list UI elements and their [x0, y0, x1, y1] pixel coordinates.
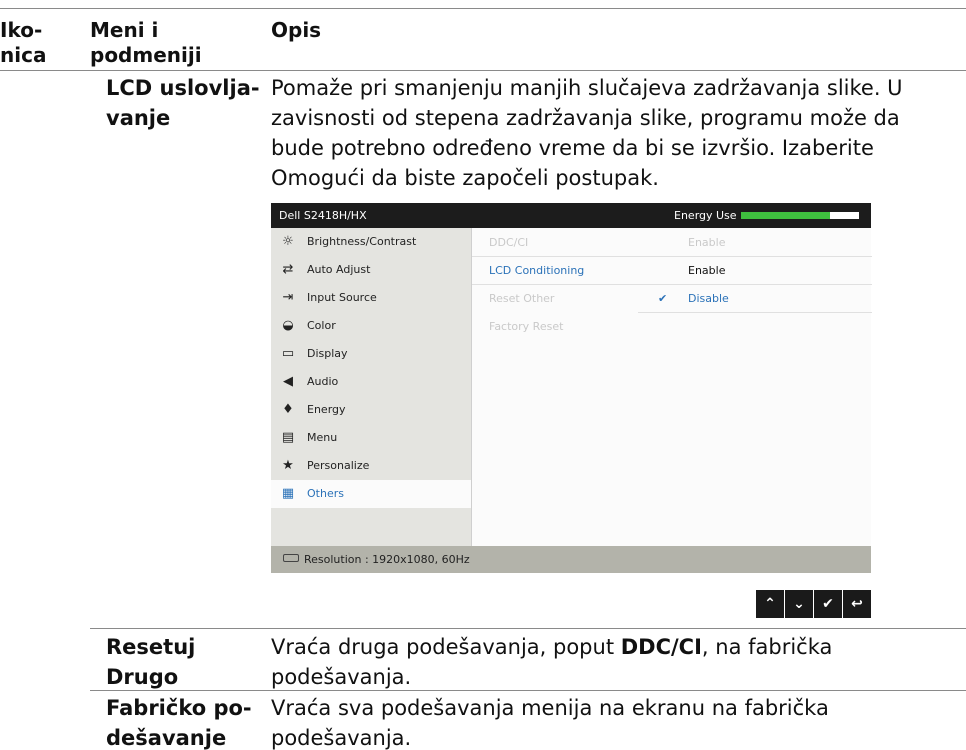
- osd-submenu-item-value[interactable]: Disable: [688, 291, 729, 307]
- reset-other-description: Vraća druga podešavanja, poput DDC/CI, n…: [271, 632, 832, 692]
- osd-menu: Dell S2418H/HX Energy Use ☼ Brightness/Co…: [271, 203, 872, 573]
- osd-submenu: DDC/CI Enable LCD Conditioning Enable Reset …: [471, 228, 872, 546]
- osd-submenu-item-value[interactable]: Enable: [688, 235, 725, 251]
- lcd-desc-line1: Pomaže pri smanjenju manjih slučajeva za…: [271, 76, 903, 100]
- osd-menu-item-label: Audio: [307, 375, 339, 388]
- osd-menu-item[interactable]: ★ Personalize: [271, 452, 471, 480]
- osd-submenu-item-label[interactable]: LCD Conditioning: [489, 263, 584, 279]
- osd-menu-item-label: Color: [307, 319, 336, 332]
- osd-menu-item[interactable]: ▤ Menu: [271, 424, 471, 452]
- osd-row-divider: [472, 284, 872, 285]
- lcd-desc-line4: Omogući da biste započeli postupak.: [271, 166, 659, 190]
- osd-status-bar: Resolution : 1920x1080, 60Hz: [271, 546, 871, 573]
- header-top-rule: [0, 8, 966, 9]
- factory-reset-description: Vraća sva podešavanja menija na ekranu n…: [271, 693, 829, 750]
- up-arrow-icon[interactable]: ⌃: [756, 590, 784, 618]
- brightness-icon: ☼: [282, 234, 294, 249]
- down-arrow-icon[interactable]: ⌄: [785, 590, 813, 618]
- menu-icon: ▤: [281, 430, 295, 445]
- lcd-conditioning-description: Pomaže pri smanjenju manjih slučajeva za…: [271, 73, 903, 193]
- energy-use-label: Energy Use: [674, 209, 737, 222]
- check-icon[interactable]: ✔: [814, 590, 842, 618]
- osd-model-name: Dell S2418H/HX: [279, 209, 367, 222]
- lcd-conditioning-title: LCD uslovlja- vanje: [106, 73, 260, 133]
- lcd-desc-line2: zavisnosti od stepena zadržavanja slike,…: [271, 106, 900, 130]
- osd-menu-item-label: Personalize: [307, 459, 370, 472]
- reset-other-desc-bold: DDC/CI: [620, 635, 702, 659]
- energy-use-bar: [741, 212, 859, 219]
- osd-row-divider: [638, 312, 872, 313]
- back-icon[interactable]: ↩: [843, 590, 871, 618]
- reset-other-title: Resetuj Drugo: [106, 632, 195, 692]
- factory-reset-title-line1: Fabričko po-: [106, 696, 252, 720]
- others-icon: ▦: [281, 486, 295, 501]
- factory-reset-desc-line1: Vraća sva podešavanja menija na ekranu n…: [271, 696, 829, 720]
- factory-reset-title: Fabričko po- dešavanje: [106, 693, 252, 750]
- header-icon-col-line2: nica: [0, 43, 47, 67]
- header-bottom-rule: [0, 70, 966, 71]
- factory-reset-desc-line2: podešavanja.: [271, 726, 412, 750]
- header-icon-col-line1: Iko-: [0, 18, 43, 42]
- resolution-text: Resolution : 1920x1080, 60Hz: [304, 553, 470, 566]
- osd-menu-item-label: Brightness/Contrast: [307, 235, 417, 248]
- osd-menu-item-label: Menu: [307, 431, 338, 444]
- osd-menu-item-label: Auto Adjust: [307, 263, 371, 276]
- reset-other-desc-line1: Vraća druga podešavanja, poput DDC/CI, n…: [271, 632, 832, 662]
- audio-icon: ◀: [283, 374, 293, 389]
- header-menu-col: Meni i podmeniji: [90, 18, 202, 68]
- check-icon: ✔: [658, 292, 668, 305]
- osd-submenu-item-label[interactable]: Reset Other: [489, 291, 554, 307]
- header-desc-col: Opis: [271, 18, 322, 42]
- hdmi-icon: [283, 554, 299, 562]
- display-icon: ▭: [281, 346, 295, 361]
- osd-submenu-item-value[interactable]: Enable: [688, 263, 725, 279]
- osd-menu-item-label: Display: [307, 347, 348, 360]
- reset-other-desc-post: , na fabrička: [701, 635, 833, 659]
- osd-menu-item[interactable]: ♦ Energy: [271, 396, 471, 424]
- osd-menu-item[interactable]: ⇥ Input Source: [271, 284, 471, 312]
- osd-menu-item[interactable]: ◀ Audio: [271, 368, 471, 396]
- lcd-title-line2: vanje: [106, 106, 171, 130]
- header-menu-col-line1: Meni i: [90, 18, 159, 42]
- star-icon: ★: [282, 458, 294, 473]
- auto-adjust-icon: ⇄: [282, 262, 294, 277]
- input-source-icon: ⇥: [282, 290, 294, 305]
- osd-menu-item[interactable]: ◒ Color: [271, 312, 471, 340]
- osd-menu-item-label: Energy: [307, 403, 346, 416]
- reset-other-desc-pre: Vraća druga podešavanja, poput: [271, 635, 621, 659]
- osd-submenu-item-label[interactable]: Factory Reset: [489, 319, 563, 335]
- osd-submenu-item-label[interactable]: DDC/CI: [489, 235, 528, 251]
- reset-other-title-line1: Resetuj: [106, 635, 196, 659]
- reset-other-desc-line2: podešavanja.: [271, 665, 412, 689]
- header-menu-col-line2: podmeniji: [90, 43, 202, 67]
- energy-use-fill: [741, 212, 830, 219]
- factory-reset-title-line2: dešavanje: [106, 726, 227, 750]
- factory-reset-top-rule: [90, 690, 966, 691]
- osd-menu-item[interactable]: ⇄ Auto Adjust: [271, 256, 471, 284]
- osd-main-menu: ☼ Brightness/Contrast ⇄ Auto Adjust ⇥ Input S…: [271, 228, 471, 546]
- osd-row-divider: [472, 256, 872, 257]
- lcd-desc-line3: bude potrebno određeno vreme da bi se iz…: [271, 136, 874, 160]
- osd-menu-item-label: Others: [307, 487, 344, 500]
- reset-other-top-rule: [90, 628, 966, 629]
- osd-menu-item-label: Input Source: [307, 291, 377, 304]
- header-icon-col: Iko- nica: [0, 18, 46, 68]
- color-icon: ◒: [282, 318, 294, 333]
- osd-menu-item[interactable]: ☼ Brightness/Contrast: [271, 228, 471, 256]
- lcd-title-line1: LCD uslovlja-: [106, 76, 260, 100]
- reset-other-title-line2: Drugo: [106, 665, 179, 689]
- osd-menu-item[interactable]: ▭ Display: [271, 340, 471, 368]
- energy-icon: ♦: [282, 402, 294, 417]
- osd-title-bar: Dell S2418H/HX Energy Use: [271, 203, 871, 228]
- osd-menu-item[interactable]: ▦ Others: [271, 480, 471, 508]
